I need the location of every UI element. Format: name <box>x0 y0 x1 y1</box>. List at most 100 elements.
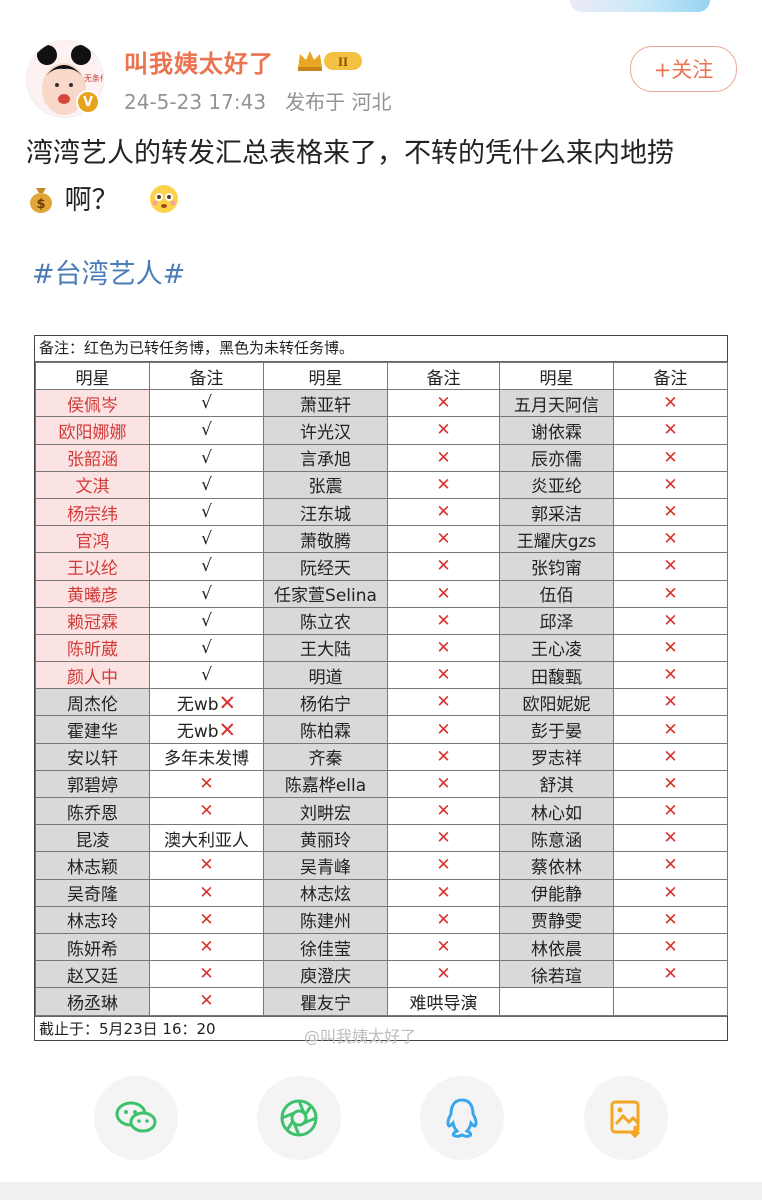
svg-text:$: $ <box>36 197 45 212</box>
artist-name-cell: 谢依霖 <box>499 416 614 445</box>
not-reposted-cross-icon: ✕ <box>387 824 500 853</box>
not-reposted-cross-icon: ✕ <box>387 932 500 962</box>
not-reposted-cross-icon: ✕ <box>387 389 500 418</box>
post-timestamp: 24-5-23 17:43 <box>124 90 267 114</box>
artist-name-cell: 言承旭 <box>263 443 388 472</box>
artist-name-cell: 陈昕葳 <box>35 633 150 663</box>
level-badge: II <box>338 54 348 69</box>
status-cell: 无wb✕ <box>149 715 264 744</box>
status-text: 无wb <box>176 694 219 715</box>
not-reposted-cross-icon: ✕ <box>387 715 500 744</box>
image-watermark: @叫我姨太好了 <box>304 1027 417 1046</box>
post-location: 发布于 河北 <box>285 90 392 114</box>
table-row: 昆凌 澳大利亚人 黄丽玲 ✕ 陈意涵 ✕ <box>35 824 728 853</box>
artist-name-cell: 杨宗纬 <box>35 497 150 527</box>
not-reposted-cross-icon: ✕ <box>613 851 728 880</box>
status-cell: √ <box>149 579 264 608</box>
artist-name-cell: 阮经天 <box>263 552 388 581</box>
column-header: 备注 <box>149 361 264 391</box>
artist-name-cell: 文淇 <box>35 470 150 499</box>
artist-name-cell: 王耀庆gzs <box>499 525 614 554</box>
artist-name-cell: 伍佰 <box>499 579 614 608</box>
not-reposted-cross-icon: ✕ <box>387 878 500 907</box>
artist-name-cell: 黄丽玲 <box>263 824 388 853</box>
not-reposted-cross-icon: ✕ <box>613 606 728 635</box>
artist-name-cell: 伊能静 <box>499 878 614 907</box>
table-header-row: 明星 备注 明星 备注 明星 备注 <box>35 361 728 391</box>
not-reposted-cross-icon: ✕ <box>387 606 500 635</box>
table-row: 霍建华 无wb✕ 陈柏霖 ✕ 彭于晏 ✕ <box>35 715 728 744</box>
table-row: 侯佩岑 √ 萧亚轩 ✕ 五月天阿信 ✕ <box>35 389 728 418</box>
post-image-table[interactable]: 备注：红色为已转任务博，黑色为未转任务博。 明星 备注 明星 备注 明星 备注 侯佩岑 √ 萧亚… <box>34 335 728 1041</box>
not-reposted-cross-icon: ✕ <box>387 688 500 717</box>
username-link[interactable]: 叫我姨太好了 <box>124 44 274 79</box>
cross-icon: ✕ <box>218 718 237 743</box>
not-reposted-cross-icon: ✕ <box>613 497 728 527</box>
not-reposted-cross-icon: ✕ <box>613 633 728 663</box>
artist-name-cell: 陈建州 <box>263 905 388 934</box>
artist-name-cell: 林依晨 <box>499 932 614 962</box>
artist-name-cell: 贾静雯 <box>499 905 614 934</box>
table-row: 陈妍希 ✕ 徐佳莹 ✕ 林依晨 ✕ <box>35 932 728 962</box>
save-image-button[interactable] <box>584 1076 668 1160</box>
not-reposted-cross-icon: ✕ <box>613 769 728 799</box>
artist-name-cell: 郭采洁 <box>499 497 614 527</box>
not-reposted-cross-icon: ✕ <box>613 715 728 744</box>
artist-name-cell: 周杰伦 <box>35 688 150 717</box>
topic-hashtag-link[interactable]: #台湾艺人# <box>32 252 185 291</box>
table-row: 黄曦彦 √ 任家萱Selina ✕ 伍佰 ✕ <box>35 579 728 608</box>
artist-name-cell: 徐若瑄 <box>499 960 614 989</box>
follow-button[interactable]: +关注 <box>630 46 737 92</box>
money-bag-icon: $ <box>26 182 56 213</box>
artist-name-cell: 颜人中 <box>35 661 150 690</box>
status-cell: √ <box>149 443 264 472</box>
artist-name-cell: 五月天阿信 <box>499 389 614 418</box>
table-row: 赖冠霖 √ 陈立农 ✕ 邱泽 ✕ <box>35 606 728 635</box>
artist-name-cell: 陈妍希 <box>35 932 150 962</box>
not-reposted-cross-icon: ✕ <box>613 960 728 989</box>
table-row: 王以纶 √ 阮经天 ✕ 张钧甯 ✕ <box>35 552 728 581</box>
artist-name-cell: 齐秦 <box>263 742 388 771</box>
artist-name-cell: 汪东城 <box>263 497 388 527</box>
verified-badge-icon: V <box>76 90 100 114</box>
not-reposted-cross-icon: ✕ <box>149 987 264 1016</box>
not-reposted-cross-icon: ✕ <box>613 416 728 445</box>
artist-name-cell: 邱泽 <box>499 606 614 635</box>
not-reposted-cross-icon: ✕ <box>613 579 728 608</box>
moments-share-button[interactable] <box>257 1076 341 1160</box>
status-strip <box>0 0 762 14</box>
artist-name-cell: 林心如 <box>499 796 614 826</box>
artist-name-cell: 王大陆 <box>263 633 388 663</box>
not-reposted-cross-icon: ✕ <box>387 443 500 472</box>
status-text: 无wb <box>176 722 219 743</box>
qq-share-button[interactable] <box>420 1076 504 1160</box>
table-row: 陈乔恩 ✕ 刘畊宏 ✕ 林心如 ✕ <box>35 796 728 826</box>
artist-name-cell: 庾澄庆 <box>263 960 388 989</box>
artist-name-cell: 陈立农 <box>263 606 388 635</box>
not-reposted-cross-icon: ✕ <box>613 796 728 826</box>
artist-name-cell: 陈柏霖 <box>263 715 388 744</box>
not-reposted-cross-icon: ✕ <box>613 824 728 853</box>
status-cell: √ <box>149 497 264 527</box>
artist-name-cell: 任家萱Selina <box>263 579 388 608</box>
status-cell: √ <box>149 633 264 663</box>
not-reposted-cross-icon: ✕ <box>387 525 500 554</box>
artist-name-cell: 徐佳莹 <box>263 932 388 962</box>
status-cell: 无wb✕ <box>149 688 264 717</box>
artist-name-cell: 林志炫 <box>263 878 388 907</box>
status-cell: √ <box>149 525 264 554</box>
member-crown-icon[interactable]: II <box>296 48 364 76</box>
post-meta: 24-5-23 17:43 发布于 河北 <box>124 86 392 115</box>
not-reposted-cross-icon: ✕ <box>613 552 728 581</box>
table-row: 文淇 √ 张震 ✕ 炎亚纶 ✕ <box>35 470 728 499</box>
not-reposted-cross-icon: ✕ <box>387 416 500 445</box>
artist-name-cell: 安以轩 <box>35 742 150 771</box>
status-cell: √ <box>149 416 264 445</box>
artist-name-cell: 赖冠霖 <box>35 606 150 635</box>
artist-name-cell: 许光汉 <box>263 416 388 445</box>
artist-name-cell: 蔡依林 <box>499 851 614 880</box>
not-reposted-cross-icon: ✕ <box>613 525 728 554</box>
not-reposted-cross-icon: ✕ <box>613 878 728 907</box>
wechat-share-button[interactable] <box>94 1076 178 1160</box>
not-reposted-cross-icon: ✕ <box>149 851 264 880</box>
